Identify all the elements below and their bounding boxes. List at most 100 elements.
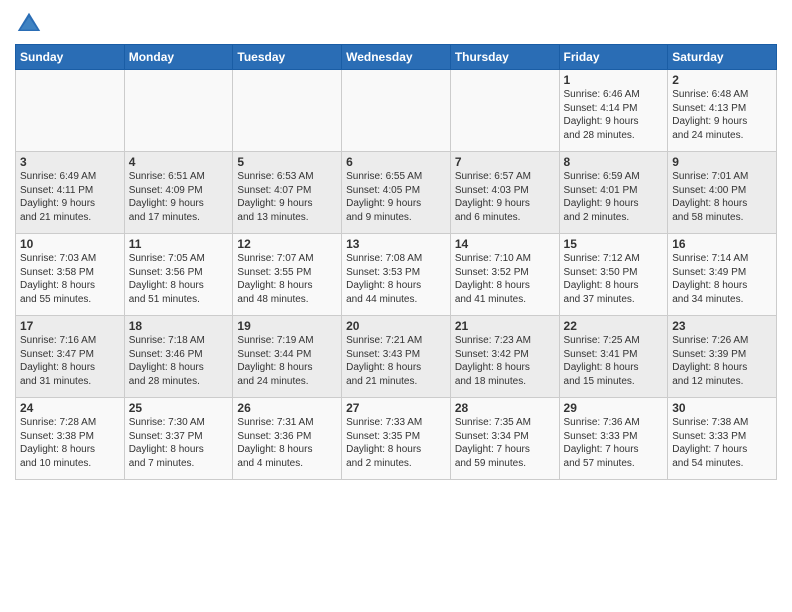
day-info: Sunrise: 6:59 AM Sunset: 4:01 PM Dayligh… — [564, 170, 664, 224]
calendar-cell — [450, 70, 559, 152]
week-row-2: 3Sunrise: 6:49 AM Sunset: 4:11 PM Daylig… — [16, 152, 777, 234]
day-number: 19 — [237, 319, 337, 333]
day-info: Sunrise: 7:36 AM Sunset: 3:33 PM Dayligh… — [564, 416, 664, 470]
day-info: Sunrise: 7:03 AM Sunset: 3:58 PM Dayligh… — [20, 252, 120, 306]
day-number: 26 — [237, 401, 337, 415]
day-info: Sunrise: 7:31 AM Sunset: 3:36 PM Dayligh… — [237, 416, 337, 470]
calendar-cell: 12Sunrise: 7:07 AM Sunset: 3:55 PM Dayli… — [233, 234, 342, 316]
day-number: 1 — [564, 73, 664, 87]
day-info: Sunrise: 6:53 AM Sunset: 4:07 PM Dayligh… — [237, 170, 337, 224]
day-info: Sunrise: 7:12 AM Sunset: 3:50 PM Dayligh… — [564, 252, 664, 306]
calendar-cell: 10Sunrise: 7:03 AM Sunset: 3:58 PM Dayli… — [16, 234, 125, 316]
calendar-cell: 27Sunrise: 7:33 AM Sunset: 3:35 PM Dayli… — [342, 398, 451, 480]
weekday-header-thursday: Thursday — [450, 45, 559, 70]
day-info: Sunrise: 7:19 AM Sunset: 3:44 PM Dayligh… — [237, 334, 337, 388]
day-number: 10 — [20, 237, 120, 251]
day-info: Sunrise: 7:16 AM Sunset: 3:47 PM Dayligh… — [20, 334, 120, 388]
day-number: 4 — [129, 155, 229, 169]
calendar-cell — [342, 70, 451, 152]
day-info: Sunrise: 7:07 AM Sunset: 3:55 PM Dayligh… — [237, 252, 337, 306]
calendar-cell: 30Sunrise: 7:38 AM Sunset: 3:33 PM Dayli… — [668, 398, 777, 480]
main-container: SundayMondayTuesdayWednesdayThursdayFrid… — [0, 0, 792, 485]
calendar-cell — [124, 70, 233, 152]
calendar-cell: 14Sunrise: 7:10 AM Sunset: 3:52 PM Dayli… — [450, 234, 559, 316]
day-info: Sunrise: 6:49 AM Sunset: 4:11 PM Dayligh… — [20, 170, 120, 224]
day-number: 22 — [564, 319, 664, 333]
day-number: 15 — [564, 237, 664, 251]
calendar-cell: 19Sunrise: 7:19 AM Sunset: 3:44 PM Dayli… — [233, 316, 342, 398]
calendar-cell — [16, 70, 125, 152]
day-number: 11 — [129, 237, 229, 251]
header — [15, 10, 777, 38]
week-row-5: 24Sunrise: 7:28 AM Sunset: 3:38 PM Dayli… — [16, 398, 777, 480]
day-number: 21 — [455, 319, 555, 333]
day-number: 29 — [564, 401, 664, 415]
calendar-cell: 22Sunrise: 7:25 AM Sunset: 3:41 PM Dayli… — [559, 316, 668, 398]
calendar-cell: 5Sunrise: 6:53 AM Sunset: 4:07 PM Daylig… — [233, 152, 342, 234]
logo-icon — [15, 10, 43, 38]
calendar-table: SundayMondayTuesdayWednesdayThursdayFrid… — [15, 44, 777, 480]
calendar-cell: 16Sunrise: 7:14 AM Sunset: 3:49 PM Dayli… — [668, 234, 777, 316]
calendar-cell: 21Sunrise: 7:23 AM Sunset: 3:42 PM Dayli… — [450, 316, 559, 398]
weekday-header-sunday: Sunday — [16, 45, 125, 70]
weekday-header-wednesday: Wednesday — [342, 45, 451, 70]
weekday-header-tuesday: Tuesday — [233, 45, 342, 70]
day-info: Sunrise: 7:14 AM Sunset: 3:49 PM Dayligh… — [672, 252, 772, 306]
day-number: 7 — [455, 155, 555, 169]
day-number: 28 — [455, 401, 555, 415]
day-info: Sunrise: 7:01 AM Sunset: 4:00 PM Dayligh… — [672, 170, 772, 224]
day-info: Sunrise: 7:35 AM Sunset: 3:34 PM Dayligh… — [455, 416, 555, 470]
day-number: 20 — [346, 319, 446, 333]
weekday-header-saturday: Saturday — [668, 45, 777, 70]
day-info: Sunrise: 6:55 AM Sunset: 4:05 PM Dayligh… — [346, 170, 446, 224]
day-number: 30 — [672, 401, 772, 415]
day-number: 5 — [237, 155, 337, 169]
day-number: 12 — [237, 237, 337, 251]
day-info: Sunrise: 7:28 AM Sunset: 3:38 PM Dayligh… — [20, 416, 120, 470]
day-info: Sunrise: 7:30 AM Sunset: 3:37 PM Dayligh… — [129, 416, 229, 470]
calendar-cell: 6Sunrise: 6:55 AM Sunset: 4:05 PM Daylig… — [342, 152, 451, 234]
day-number: 9 — [672, 155, 772, 169]
logo — [15, 10, 47, 38]
weekday-header-row: SundayMondayTuesdayWednesdayThursdayFrid… — [16, 45, 777, 70]
day-number: 13 — [346, 237, 446, 251]
calendar-cell: 9Sunrise: 7:01 AM Sunset: 4:00 PM Daylig… — [668, 152, 777, 234]
day-info: Sunrise: 7:33 AM Sunset: 3:35 PM Dayligh… — [346, 416, 446, 470]
calendar-cell: 24Sunrise: 7:28 AM Sunset: 3:38 PM Dayli… — [16, 398, 125, 480]
calendar-cell: 18Sunrise: 7:18 AM Sunset: 3:46 PM Dayli… — [124, 316, 233, 398]
weekday-header-friday: Friday — [559, 45, 668, 70]
day-info: Sunrise: 7:26 AM Sunset: 3:39 PM Dayligh… — [672, 334, 772, 388]
calendar-cell: 28Sunrise: 7:35 AM Sunset: 3:34 PM Dayli… — [450, 398, 559, 480]
calendar-cell — [233, 70, 342, 152]
calendar-cell: 4Sunrise: 6:51 AM Sunset: 4:09 PM Daylig… — [124, 152, 233, 234]
week-row-1: 1Sunrise: 6:46 AM Sunset: 4:14 PM Daylig… — [16, 70, 777, 152]
day-number: 6 — [346, 155, 446, 169]
day-number: 18 — [129, 319, 229, 333]
calendar-cell: 26Sunrise: 7:31 AM Sunset: 3:36 PM Dayli… — [233, 398, 342, 480]
calendar-cell: 3Sunrise: 6:49 AM Sunset: 4:11 PM Daylig… — [16, 152, 125, 234]
calendar-cell: 7Sunrise: 6:57 AM Sunset: 4:03 PM Daylig… — [450, 152, 559, 234]
day-info: Sunrise: 7:38 AM Sunset: 3:33 PM Dayligh… — [672, 416, 772, 470]
calendar-cell: 1Sunrise: 6:46 AM Sunset: 4:14 PM Daylig… — [559, 70, 668, 152]
day-info: Sunrise: 7:23 AM Sunset: 3:42 PM Dayligh… — [455, 334, 555, 388]
calendar-cell: 17Sunrise: 7:16 AM Sunset: 3:47 PM Dayli… — [16, 316, 125, 398]
day-info: Sunrise: 6:46 AM Sunset: 4:14 PM Dayligh… — [564, 88, 664, 142]
week-row-3: 10Sunrise: 7:03 AM Sunset: 3:58 PM Dayli… — [16, 234, 777, 316]
calendar-cell: 8Sunrise: 6:59 AM Sunset: 4:01 PM Daylig… — [559, 152, 668, 234]
calendar-cell: 25Sunrise: 7:30 AM Sunset: 3:37 PM Dayli… — [124, 398, 233, 480]
day-number: 2 — [672, 73, 772, 87]
calendar-cell: 15Sunrise: 7:12 AM Sunset: 3:50 PM Dayli… — [559, 234, 668, 316]
calendar-cell: 23Sunrise: 7:26 AM Sunset: 3:39 PM Dayli… — [668, 316, 777, 398]
day-info: Sunrise: 6:48 AM Sunset: 4:13 PM Dayligh… — [672, 88, 772, 142]
day-info: Sunrise: 7:18 AM Sunset: 3:46 PM Dayligh… — [129, 334, 229, 388]
day-info: Sunrise: 7:21 AM Sunset: 3:43 PM Dayligh… — [346, 334, 446, 388]
day-number: 3 — [20, 155, 120, 169]
day-info: Sunrise: 6:51 AM Sunset: 4:09 PM Dayligh… — [129, 170, 229, 224]
day-number: 17 — [20, 319, 120, 333]
day-number: 24 — [20, 401, 120, 415]
day-info: Sunrise: 7:25 AM Sunset: 3:41 PM Dayligh… — [564, 334, 664, 388]
day-number: 16 — [672, 237, 772, 251]
calendar-cell: 11Sunrise: 7:05 AM Sunset: 3:56 PM Dayli… — [124, 234, 233, 316]
day-number: 8 — [564, 155, 664, 169]
weekday-header-monday: Monday — [124, 45, 233, 70]
